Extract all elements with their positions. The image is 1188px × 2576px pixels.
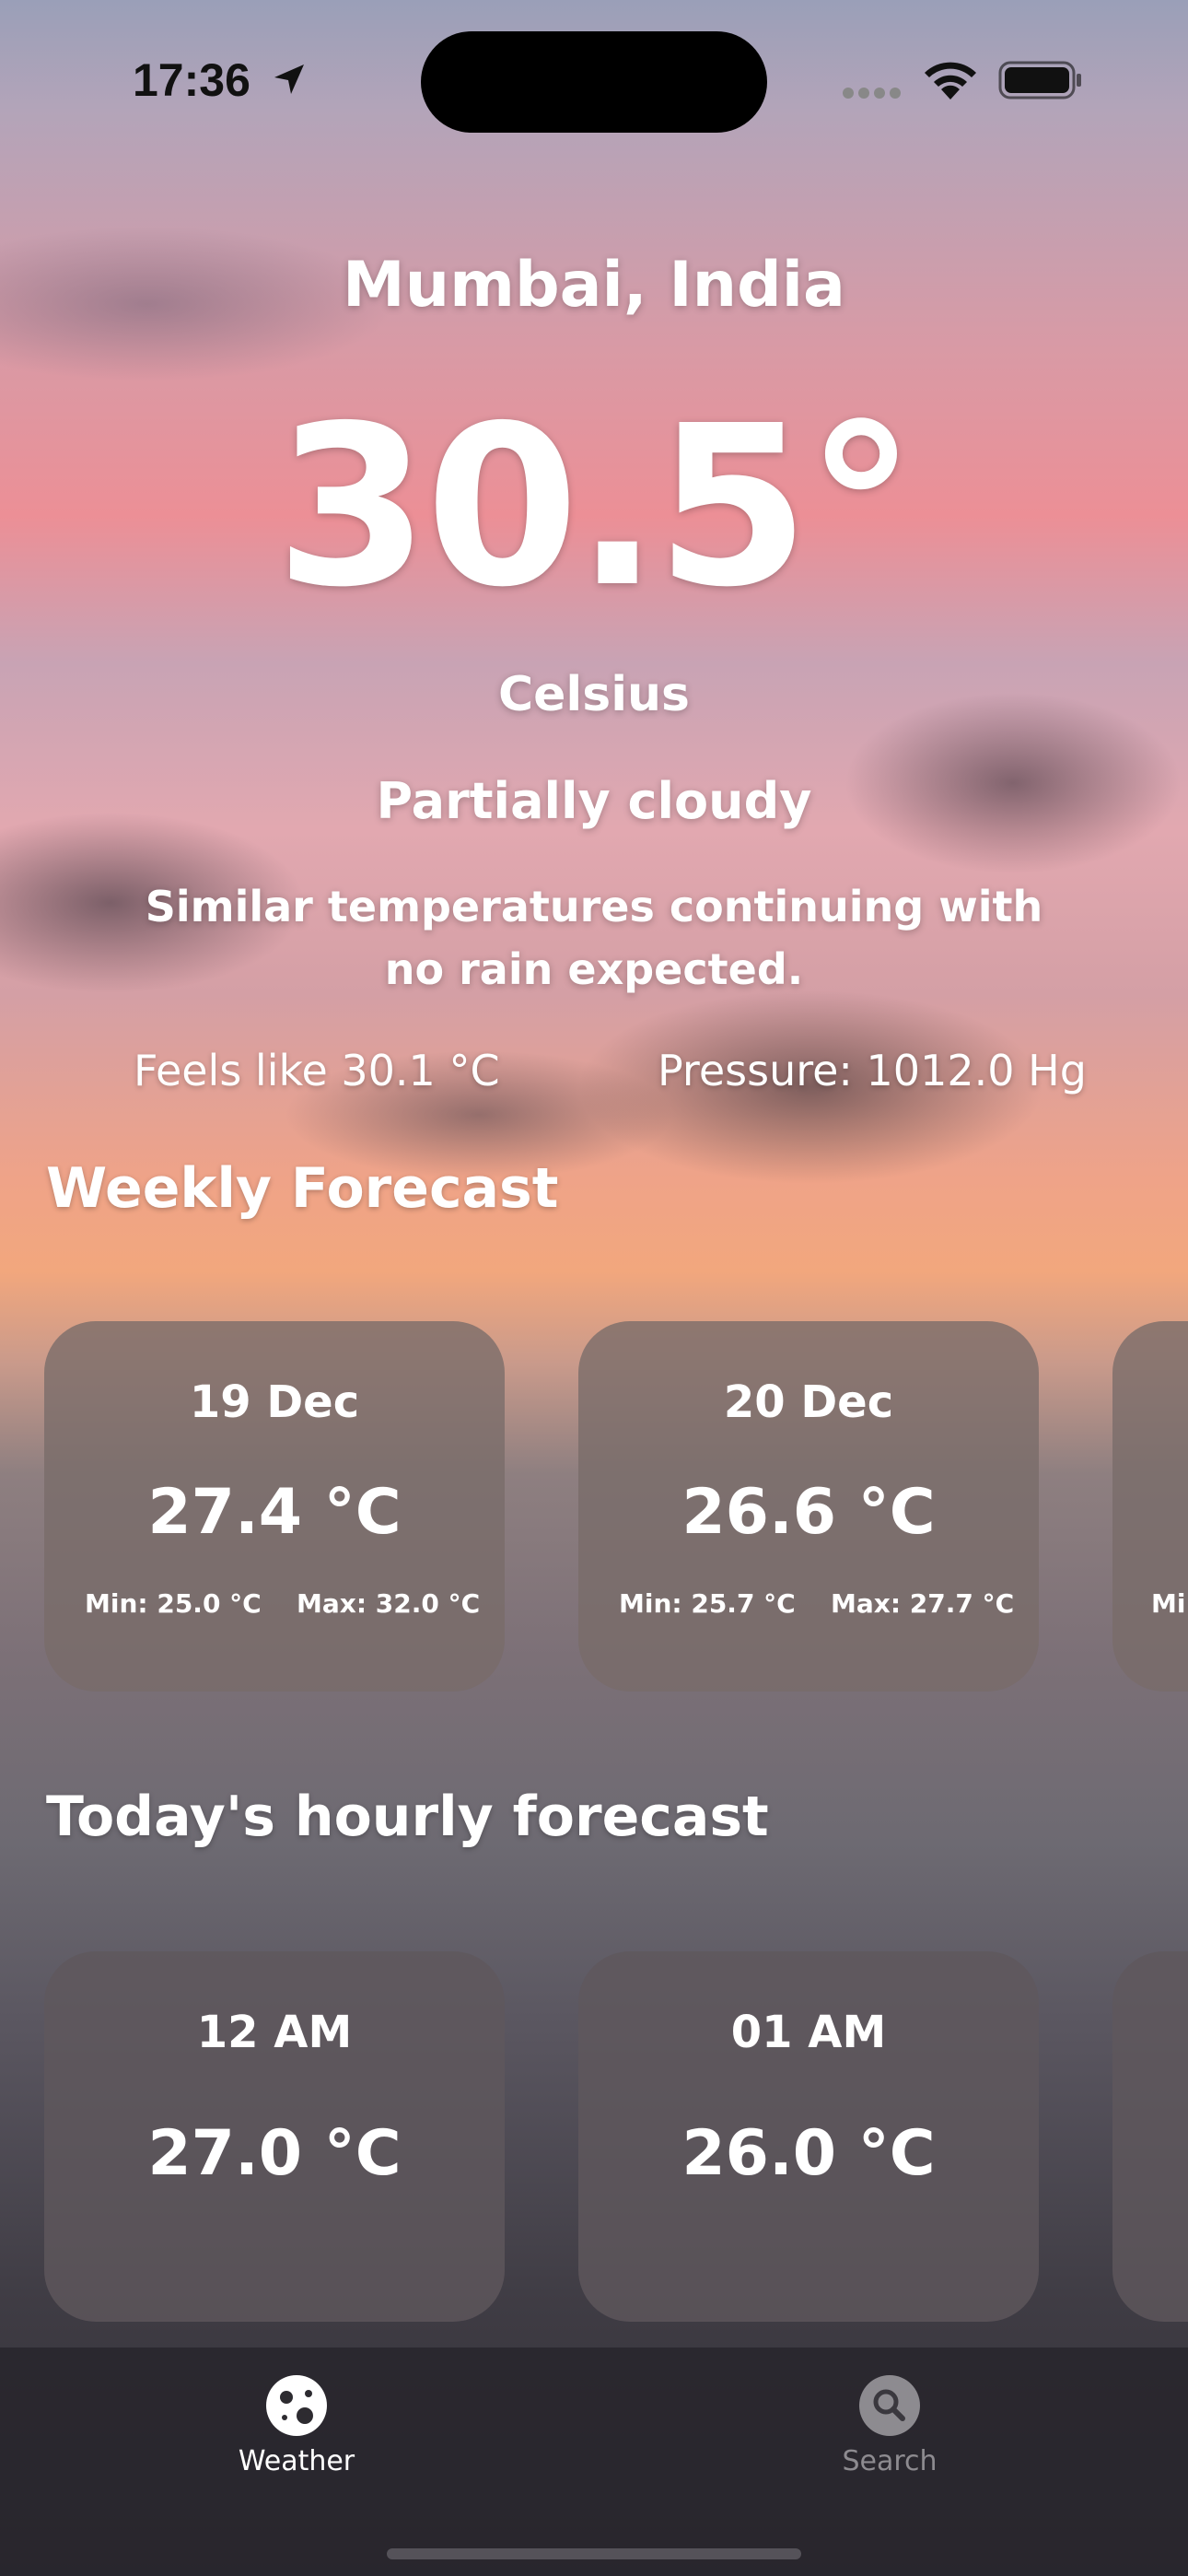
forecast-max: Max: 32.0 °C [297, 1588, 481, 1619]
weekly-forecast-card[interactable]: 20 Dec 26.6 °C Min: 25.7 °C Max: 27.7 °C [578, 1321, 1039, 1692]
globe-icon [266, 2375, 327, 2436]
tab-weather[interactable]: Weather [158, 2375, 435, 2477]
hourly-forecast-card[interactable]: 12 AM 27.0 °C [44, 1951, 505, 2322]
weather-description: Similar temperatures continuing with no … [145, 882, 1043, 994]
hourly-forecast-title: Today's hourly forecast [46, 1785, 769, 1849]
forecast-temperature: 26.6 °C [681, 1476, 936, 1549]
forecast-temperature: 27.4 °C [147, 1476, 402, 1549]
forecast-date: 20 Dec [723, 1376, 894, 1428]
forecast-min: Mi [1151, 1588, 1186, 1619]
status-bar: 17:36 [0, 0, 1188, 157]
cellular-signal-icon [843, 85, 905, 102]
wifi-icon [925, 62, 976, 100]
search-icon [859, 2375, 920, 2436]
forecast-date: 19 Dec [189, 1376, 360, 1428]
current-temperature: 30.5° [274, 378, 916, 636]
dynamic-island [421, 31, 767, 133]
weekly-forecast-card[interactable]: 19 Dec 27.4 °C Min: 25.0 °C Max: 32.0 °C [44, 1321, 505, 1692]
temperature-unit: Celsius [498, 667, 690, 722]
hourly-forecast-card[interactable] [1112, 1951, 1188, 2322]
weekly-forecast-card[interactable]: Mi [1112, 1321, 1188, 1692]
hourly-forecast-card[interactable]: 01 AM 26.0 °C [578, 1951, 1039, 2322]
forecast-min: Min: 25.0 °C [85, 1588, 262, 1619]
forecast-hour: 12 AM [196, 2007, 353, 2058]
home-indicator[interactable] [387, 2548, 801, 2559]
forecast-temperature: 26.0 °C [681, 2117, 936, 2190]
status-time: 17:36 [133, 54, 250, 106]
tab-search[interactable]: Search [751, 2375, 1028, 2477]
feels-like: Feels like 30.1 °C [134, 1046, 500, 1095]
city-name: Mumbai, India [343, 249, 845, 322]
forecast-hour: 01 AM [730, 2007, 887, 2058]
tab-label: Weather [238, 2445, 355, 2477]
tab-label: Search [842, 2445, 938, 2477]
forecast-max: Max: 27.7 °C [831, 1588, 1015, 1619]
forecast-min: Min: 25.7 °C [619, 1588, 796, 1619]
weekly-forecast-title: Weekly Forecast [46, 1156, 559, 1221]
battery-icon [998, 61, 1081, 100]
location-arrow-icon [274, 64, 304, 94]
forecast-temperature: 27.0 °C [147, 2117, 402, 2190]
tab-bar: Weather Search [0, 2348, 1188, 2576]
weather-condition: Partially cloudy [376, 772, 812, 830]
pressure: Pressure: 1012.0 Hg [658, 1046, 1087, 1095]
